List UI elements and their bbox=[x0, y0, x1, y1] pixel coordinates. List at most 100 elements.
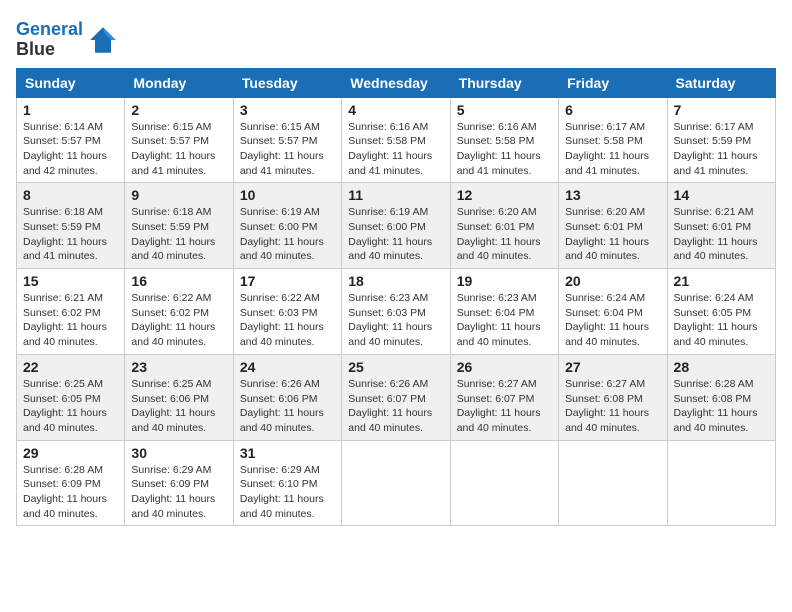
day-number: 12 bbox=[457, 187, 552, 203]
day-number: 14 bbox=[674, 187, 769, 203]
calendar-cell: 17 Sunrise: 6:22 AMSunset: 6:03 PMDayligh… bbox=[233, 269, 341, 355]
day-number: 16 bbox=[131, 273, 226, 289]
day-info: Sunrise: 6:23 AMSunset: 6:04 PMDaylight:… bbox=[457, 291, 552, 350]
logo-icon bbox=[87, 24, 119, 56]
calendar-cell: 29Sunrise: 6:28 AMSunset: 6:09 PMDayligh… bbox=[17, 440, 125, 526]
day-info: Sunrise: 6:24 AMSunset: 6:04 PMDaylight:… bbox=[565, 291, 660, 350]
weekday-header-row: SundayMondayTuesdayWednesdayThursdayFrid… bbox=[17, 68, 776, 97]
calendar-cell: 9Sunrise: 6:18 AMSunset: 5:59 PMDaylight… bbox=[125, 183, 233, 269]
calendar-cell: 19Sunrise: 6:23 AMSunset: 6:04 PMDayligh… bbox=[450, 269, 558, 355]
calendar-cell: 14 Sunrise: 6:21 AMSunset: 6:01 PMDayligh… bbox=[667, 183, 775, 269]
day-info: Sunrise: 6:25 AMSunset: 6:05 PMDaylight:… bbox=[23, 377, 118, 436]
weekday-header-sunday: Sunday bbox=[17, 68, 125, 97]
calendar-week-row: 1 Sunrise: 6:14 AMSunset: 5:57 PMDaylight… bbox=[17, 97, 776, 183]
calendar-cell: 23 Sunrise: 6:25 AMSunset: 6:06 PMDayligh… bbox=[125, 354, 233, 440]
calendar-cell: 31 Sunrise: 6:29 AMSunset: 6:10 PMDayligh… bbox=[233, 440, 341, 526]
calendar-week-row: 15Sunrise: 6:21 AMSunset: 6:02 PMDayligh… bbox=[17, 269, 776, 355]
calendar-cell bbox=[667, 440, 775, 526]
day-number: 1 bbox=[23, 102, 118, 118]
day-number: 25 bbox=[348, 359, 443, 375]
day-number: 11 bbox=[348, 187, 443, 203]
day-info: Sunrise: 6:15 AMSunset: 5:57 PMDaylight:… bbox=[131, 120, 226, 179]
calendar-week-row: 22 Sunrise: 6:25 AMSunset: 6:05 PMDayligh… bbox=[17, 354, 776, 440]
day-number: 6 bbox=[565, 102, 660, 118]
day-info: Sunrise: 6:17 AMSunset: 5:59 PMDaylight:… bbox=[674, 120, 769, 179]
calendar-cell: 24 Sunrise: 6:26 AMSunset: 6:06 PMDayligh… bbox=[233, 354, 341, 440]
logo: General Blue bbox=[16, 20, 119, 60]
day-number: 7 bbox=[674, 102, 769, 118]
day-number: 23 bbox=[131, 359, 226, 375]
calendar-cell: 12 Sunrise: 6:20 AMSunset: 6:01 PMDayligh… bbox=[450, 183, 558, 269]
calendar-cell: 13Sunrise: 6:20 AMSunset: 6:01 PMDayligh… bbox=[559, 183, 667, 269]
calendar-cell: 15Sunrise: 6:21 AMSunset: 6:02 PMDayligh… bbox=[17, 269, 125, 355]
calendar-cell: 20Sunrise: 6:24 AMSunset: 6:04 PMDayligh… bbox=[559, 269, 667, 355]
day-info: Sunrise: 6:16 AMSunset: 5:58 PMDaylight:… bbox=[348, 120, 443, 179]
calendar-cell: 7 Sunrise: 6:17 AMSunset: 5:59 PMDaylight… bbox=[667, 97, 775, 183]
calendar-cell: 26 Sunrise: 6:27 AMSunset: 6:07 PMDayligh… bbox=[450, 354, 558, 440]
weekday-header-wednesday: Wednesday bbox=[342, 68, 450, 97]
day-info: Sunrise: 6:29 AMSunset: 6:10 PMDaylight:… bbox=[240, 463, 335, 522]
calendar-cell: 16 Sunrise: 6:22 AMSunset: 6:02 PMDayligh… bbox=[125, 269, 233, 355]
calendar-week-row: 29Sunrise: 6:28 AMSunset: 6:09 PMDayligh… bbox=[17, 440, 776, 526]
day-info: Sunrise: 6:20 AMSunset: 6:01 PMDaylight:… bbox=[565, 205, 660, 264]
day-number: 22 bbox=[23, 359, 118, 375]
day-info: Sunrise: 6:26 AMSunset: 6:06 PMDaylight:… bbox=[240, 377, 335, 436]
day-info: Sunrise: 6:21 AMSunset: 6:01 PMDaylight:… bbox=[674, 205, 769, 264]
weekday-header-friday: Friday bbox=[559, 68, 667, 97]
day-number: 10 bbox=[240, 187, 335, 203]
calendar-cell: 6Sunrise: 6:17 AMSunset: 5:58 PMDaylight… bbox=[559, 97, 667, 183]
day-number: 4 bbox=[348, 102, 443, 118]
calendar-table: SundayMondayTuesdayWednesdayThursdayFrid… bbox=[16, 68, 776, 527]
day-info: Sunrise: 6:16 AMSunset: 5:58 PMDaylight:… bbox=[457, 120, 552, 179]
day-number: 2 bbox=[131, 102, 226, 118]
page-header: General Blue bbox=[16, 16, 776, 60]
calendar-cell: 4 Sunrise: 6:16 AMSunset: 5:58 PMDaylight… bbox=[342, 97, 450, 183]
day-number: 3 bbox=[240, 102, 335, 118]
day-info: Sunrise: 6:21 AMSunset: 6:02 PMDaylight:… bbox=[23, 291, 118, 350]
calendar-cell: 3 Sunrise: 6:15 AMSunset: 5:57 PMDaylight… bbox=[233, 97, 341, 183]
calendar-cell: 8 Sunrise: 6:18 AMSunset: 5:59 PMDaylight… bbox=[17, 183, 125, 269]
day-info: Sunrise: 6:29 AMSunset: 6:09 PMDaylight:… bbox=[131, 463, 226, 522]
calendar-cell: 5 Sunrise: 6:16 AMSunset: 5:58 PMDaylight… bbox=[450, 97, 558, 183]
day-info: Sunrise: 6:18 AMSunset: 5:59 PMDaylight:… bbox=[131, 205, 226, 264]
weekday-header-thursday: Thursday bbox=[450, 68, 558, 97]
day-number: 21 bbox=[674, 273, 769, 289]
day-number: 30 bbox=[131, 445, 226, 461]
calendar-cell bbox=[342, 440, 450, 526]
day-number: 28 bbox=[674, 359, 769, 375]
day-info: Sunrise: 6:15 AMSunset: 5:57 PMDaylight:… bbox=[240, 120, 335, 179]
day-info: Sunrise: 6:18 AMSunset: 5:59 PMDaylight:… bbox=[23, 205, 118, 264]
day-info: Sunrise: 6:23 AMSunset: 6:03 PMDaylight:… bbox=[348, 291, 443, 350]
day-info: Sunrise: 6:25 AMSunset: 6:06 PMDaylight:… bbox=[131, 377, 226, 436]
calendar-cell bbox=[450, 440, 558, 526]
day-number: 31 bbox=[240, 445, 335, 461]
day-number: 17 bbox=[240, 273, 335, 289]
weekday-header-monday: Monday bbox=[125, 68, 233, 97]
day-info: Sunrise: 6:22 AMSunset: 6:03 PMDaylight:… bbox=[240, 291, 335, 350]
calendar-cell: 25 Sunrise: 6:26 AMSunset: 6:07 PMDayligh… bbox=[342, 354, 450, 440]
logo-text: General Blue bbox=[16, 20, 83, 60]
calendar-cell: 28Sunrise: 6:28 AMSunset: 6:08 PMDayligh… bbox=[667, 354, 775, 440]
day-info: Sunrise: 6:27 AMSunset: 6:08 PMDaylight:… bbox=[565, 377, 660, 436]
calendar-cell: 18 Sunrise: 6:23 AMSunset: 6:03 PMDayligh… bbox=[342, 269, 450, 355]
weekday-header-tuesday: Tuesday bbox=[233, 68, 341, 97]
day-info: Sunrise: 6:27 AMSunset: 6:07 PMDaylight:… bbox=[457, 377, 552, 436]
calendar-cell bbox=[559, 440, 667, 526]
day-number: 26 bbox=[457, 359, 552, 375]
day-number: 18 bbox=[348, 273, 443, 289]
day-info: Sunrise: 6:14 AMSunset: 5:57 PMDaylight:… bbox=[23, 120, 118, 179]
day-info: Sunrise: 6:26 AMSunset: 6:07 PMDaylight:… bbox=[348, 377, 443, 436]
day-info: Sunrise: 6:22 AMSunset: 6:02 PMDaylight:… bbox=[131, 291, 226, 350]
day-number: 8 bbox=[23, 187, 118, 203]
day-info: Sunrise: 6:20 AMSunset: 6:01 PMDaylight:… bbox=[457, 205, 552, 264]
day-number: 29 bbox=[23, 445, 118, 461]
day-number: 5 bbox=[457, 102, 552, 118]
day-number: 27 bbox=[565, 359, 660, 375]
calendar-cell: 21 Sunrise: 6:24 AMSunset: 6:05 PMDayligh… bbox=[667, 269, 775, 355]
calendar-cell: 1 Sunrise: 6:14 AMSunset: 5:57 PMDaylight… bbox=[17, 97, 125, 183]
calendar-cell: 10Sunrise: 6:19 AMSunset: 6:00 PMDayligh… bbox=[233, 183, 341, 269]
day-info: Sunrise: 6:24 AMSunset: 6:05 PMDaylight:… bbox=[674, 291, 769, 350]
calendar-week-row: 8 Sunrise: 6:18 AMSunset: 5:59 PMDaylight… bbox=[17, 183, 776, 269]
weekday-header-saturday: Saturday bbox=[667, 68, 775, 97]
day-number: 24 bbox=[240, 359, 335, 375]
